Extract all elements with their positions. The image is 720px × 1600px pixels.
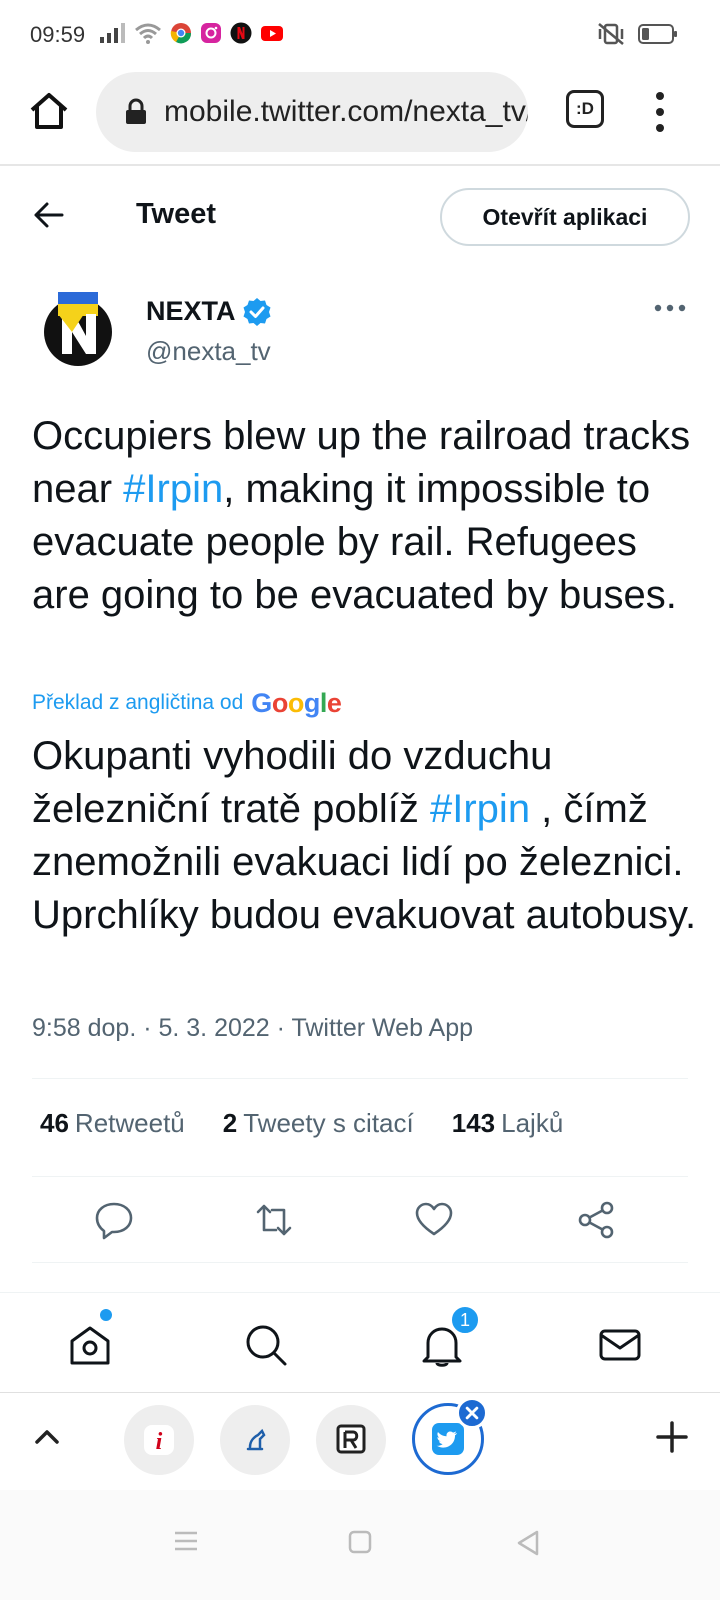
twitter-app-icon xyxy=(432,1423,464,1455)
chrome-icon xyxy=(170,23,192,44)
instagram-icon xyxy=(201,23,221,43)
recents-menu-icon[interactable] xyxy=(174,1530,198,1552)
divider xyxy=(32,1078,688,1079)
overflow-menu-icon[interactable] xyxy=(650,90,670,134)
signal-icon xyxy=(100,23,125,43)
tweet-stats: 46 Retweetů 2 Tweety s citací 143 Lajků xyxy=(40,1108,563,1139)
bubble-reader-app[interactable] xyxy=(316,1405,386,1475)
page-title: Tweet xyxy=(136,198,217,230)
svg-text:i: i xyxy=(156,1429,163,1455)
status-bar: 09:59 xyxy=(0,0,720,70)
home-icon[interactable] xyxy=(28,90,70,132)
url-text: mobile.twitter.com/nexta_tv/status xyxy=(164,95,528,128)
youtube-icon xyxy=(261,26,283,41)
bubble-horse-app[interactable] xyxy=(220,1405,290,1475)
translated-hashtag-link[interactable]: #Irpin xyxy=(430,787,530,831)
new-content-dot xyxy=(100,1309,112,1321)
tweet-timestamp[interactable]: 9:58 dop. · 5. 3. 2022 · Twitter Web App xyxy=(32,1014,473,1043)
vibrate-icon xyxy=(598,23,624,45)
author-name-row[interactable]: NEXTA xyxy=(146,296,272,327)
share-icon[interactable] xyxy=(576,1200,616,1240)
netflix-icon xyxy=(230,22,252,44)
like-heart-icon[interactable] xyxy=(414,1200,454,1240)
plus-icon[interactable] xyxy=(656,1421,688,1453)
address-bar[interactable]: mobile.twitter.com/nexta_tv/status xyxy=(96,72,528,152)
like-label: Lajků xyxy=(501,1108,564,1138)
bubble-info-app[interactable]: i xyxy=(124,1405,194,1475)
system-navigation-bar xyxy=(0,1490,720,1600)
author-name: NEXTA xyxy=(146,296,236,326)
back-triangle-icon[interactable] xyxy=(516,1530,540,1556)
battery-icon xyxy=(638,24,677,44)
twitter-bottom-nav: 1 xyxy=(0,1292,720,1392)
retweet-count: 46 xyxy=(40,1108,69,1138)
translation-attribution[interactable]: Překlad z angličtina od Google xyxy=(32,687,342,718)
wifi-icon xyxy=(135,23,161,44)
retweet-label: Retweetů xyxy=(74,1108,185,1138)
status-icons xyxy=(100,22,284,44)
quote-count: 2 xyxy=(222,1108,238,1138)
home-tab-icon[interactable] xyxy=(68,1323,112,1367)
close-bubble-icon[interactable] xyxy=(456,1397,488,1429)
stat-likes[interactable]: 143 Lajků xyxy=(452,1108,564,1139)
divider xyxy=(32,1262,688,1263)
quote-label: Tweety s citací xyxy=(243,1108,414,1138)
chevron-up-icon[interactable] xyxy=(34,1427,60,1445)
hashtag-link[interactable]: #Irpin xyxy=(123,467,223,511)
reader-app-icon xyxy=(336,1424,366,1454)
info-app-icon: i xyxy=(144,1425,174,1455)
notification-badge: 1 xyxy=(450,1305,480,1335)
google-logo: Google xyxy=(251,687,342,718)
more-options-icon[interactable] xyxy=(654,302,686,314)
lock-icon xyxy=(126,98,146,124)
retweet-icon[interactable] xyxy=(254,1200,294,1240)
app-bubble-bar: i xyxy=(0,1392,720,1488)
stat-quotes[interactable]: 2 Tweety s citací xyxy=(223,1108,414,1139)
stat-retweets[interactable]: 46 Retweetů xyxy=(40,1108,185,1139)
tweet-actions xyxy=(0,1200,720,1248)
open-app-button[interactable]: Otevřít aplikaci xyxy=(440,188,690,246)
status-time: 09:59 xyxy=(30,22,86,47)
author-handle[interactable]: @nexta_tv xyxy=(146,336,271,367)
browser-toolbar: mobile.twitter.com/nexta_tv/status :D xyxy=(0,70,720,166)
back-arrow-icon[interactable] xyxy=(32,198,66,232)
messages-envelope-icon[interactable] xyxy=(598,1323,642,1367)
like-count: 143 xyxy=(451,1108,496,1138)
translation-label: Překlad z angličtina od xyxy=(32,691,244,714)
home-square-icon[interactable] xyxy=(348,1530,372,1554)
tab-switcher-button[interactable]: :D xyxy=(566,90,604,128)
translated-tweet-text: Okupanti vyhodili do vzduchu železniční … xyxy=(32,730,702,942)
tweet-header: Tweet Otevřít aplikaci xyxy=(0,168,720,264)
verified-badge-icon xyxy=(243,297,271,326)
horse-app-icon xyxy=(246,1428,266,1451)
status-right xyxy=(596,22,678,46)
reply-icon[interactable] xyxy=(94,1200,134,1240)
divider xyxy=(32,1176,688,1177)
tweet-author: NEXTA @nexta_tv xyxy=(0,290,720,380)
tweet-text: Occupiers blew up the railroad tracks ne… xyxy=(32,410,702,622)
search-icon[interactable] xyxy=(244,1323,288,1367)
avatar[interactable] xyxy=(44,292,112,368)
